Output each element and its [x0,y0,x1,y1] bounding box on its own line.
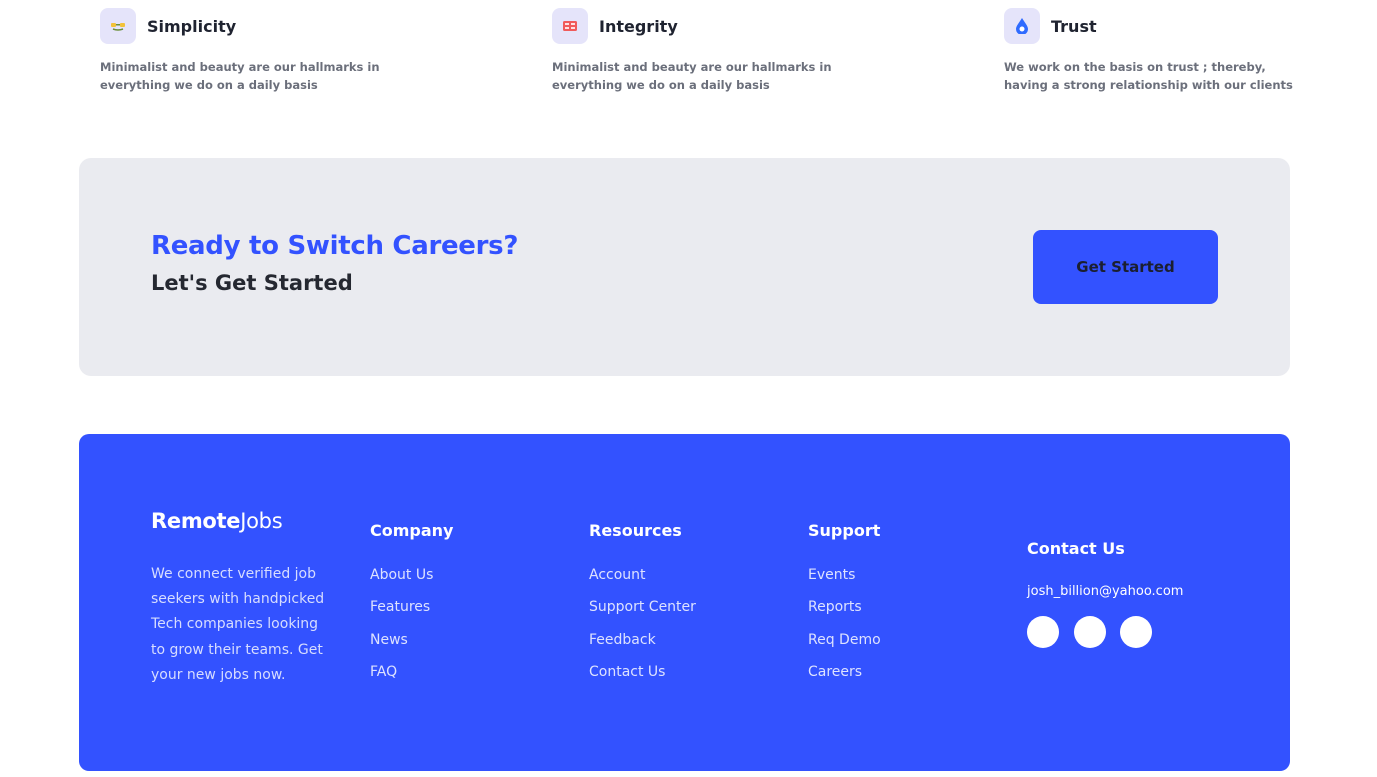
brand-description: We connect verified job seekers with han… [151,566,325,683]
brand-name-bold: Remote [151,509,241,533]
get-started-button[interactable]: Get Started [1033,230,1218,304]
value-card-trust: Trust We work on the basis on trust ; th… [1004,8,1304,94]
footer-column-resources: Resources Account Support Center Feedbac… [589,521,696,695]
value-header: Trust [1004,8,1304,44]
footer: RemoteJobs We connect verified job seeke… [79,434,1290,771]
value-header: Integrity [552,8,852,44]
cta-subheading: Let's Get Started [151,271,353,295]
value-card-integrity: Integrity Minimalist and beauty are our … [552,8,852,94]
footer-link[interactable]: Req Demo [808,631,881,663]
footer-link[interactable]: Events [808,566,881,598]
footer-link[interactable]: Feedback [589,631,696,663]
smiley-icon [100,8,136,44]
value-header: Simplicity [100,8,400,44]
cta-banner: Ready to Switch Careers? Let's Get Start… [79,158,1290,376]
social-link-3-icon[interactable] [1120,616,1152,648]
footer-link-list: Account Support Center Feedback Contact … [589,566,696,695]
footer-link-list: Events Reports Req Demo Careers [808,566,881,695]
contact-email-link[interactable]: josh_billion@yahoo.com [1027,584,1183,599]
footer-link[interactable]: FAQ [370,663,453,695]
value-card-simplicity: Simplicity Minimalist and beauty are our… [100,8,400,94]
footer-link[interactable]: About Us [370,566,453,598]
value-description: Minimalist and beauty are our hallmarks … [552,60,832,92]
footer-column-title: Company [370,521,454,540]
footer-link[interactable]: Support Center [589,598,696,630]
grid-icon [552,8,588,44]
brand-logo[interactable]: RemoteJobs [151,509,283,533]
footer-link[interactable]: Contact Us [589,663,696,695]
value-description: Minimalist and beauty are our hallmarks … [100,60,380,92]
footer-link-list: About Us Features News FAQ [370,566,453,695]
social-link-1-icon[interactable] [1027,616,1059,648]
values-section: Simplicity Minimalist and beauty are our… [100,8,1300,108]
footer-link[interactable]: Reports [808,598,881,630]
footer-column-title: Resources [589,521,682,540]
footer-link[interactable]: Features [370,598,453,630]
social-link-2-icon[interactable] [1073,616,1106,648]
footer-link[interactable]: News [370,631,453,663]
footer-contact: Contact Us josh_billion@yahoo.com [1027,539,1183,648]
footer-link[interactable]: Account [589,566,696,598]
footer-column-title: Support [808,521,881,540]
value-title: Simplicity [147,16,237,36]
cta-heading: Ready to Switch Careers? [151,231,519,261]
footer-link[interactable]: Careers [808,663,881,695]
value-title: Integrity [599,16,678,36]
value-description: We work on the basis on trust ; thereby,… [1004,60,1293,92]
brand-name-light: Jobs [240,509,283,533]
value-title: Trust [1051,16,1097,36]
social-links [1027,616,1183,648]
drop-icon [1004,8,1040,44]
footer-column-company: Company About Us Features News FAQ [370,521,453,695]
contact-title: Contact Us [1027,539,1125,558]
footer-column-support: Support Events Reports Req Demo Careers [808,521,881,695]
